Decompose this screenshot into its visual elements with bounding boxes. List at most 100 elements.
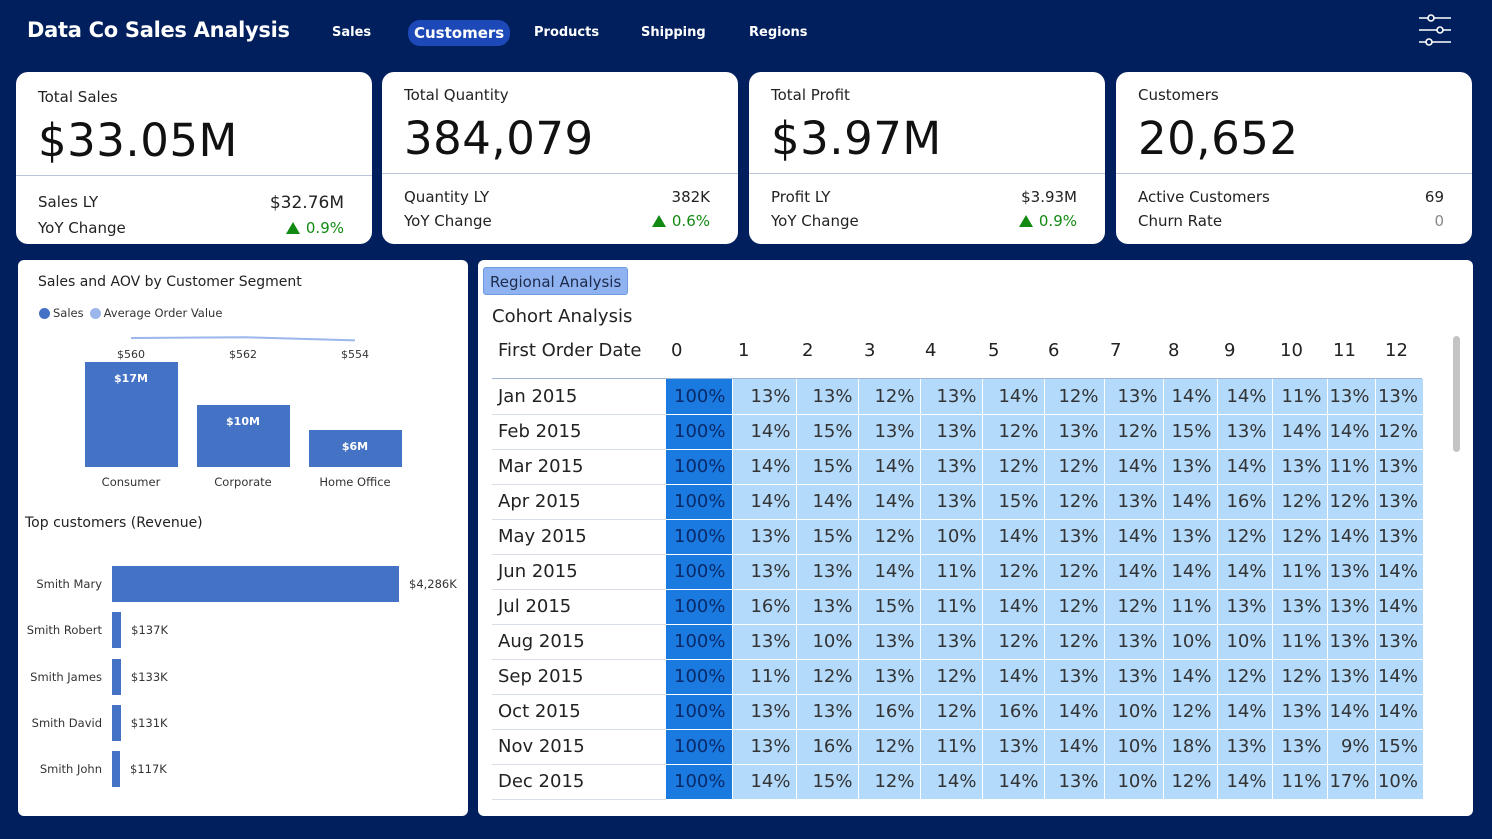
cohort-cell[interactable]: 13% [1162, 519, 1217, 555]
cohort-cell[interactable]: 13% [1043, 414, 1104, 450]
cohort-cell[interactable]: 14% [981, 764, 1044, 800]
cohort-cell[interactable]: 14% [981, 519, 1044, 555]
cohort-cell[interactable]: 12% [1216, 519, 1272, 555]
cohort-cell[interactable]: 11% [1271, 764, 1327, 800]
cohort-cell[interactable]: 12% [919, 694, 982, 730]
cohort-cell[interactable]: 13% [1103, 484, 1163, 520]
sliders-icon[interactable] [1418, 13, 1452, 47]
cohort-cell[interactable]: 13% [919, 414, 982, 450]
cohort-cell[interactable]: 11% [919, 729, 982, 765]
cohort-cell[interactable]: 16% [731, 589, 796, 625]
cohort-cell[interactable]: 18% [1162, 729, 1217, 765]
cohort-cell[interactable]: 14% [1162, 554, 1217, 590]
cohort-cell[interactable]: 14% [1326, 694, 1375, 730]
cohort-cell[interactable]: 13% [731, 694, 796, 730]
cohort-cell[interactable]: 13% [981, 729, 1044, 765]
cohort-cell[interactable]: 13% [795, 379, 858, 415]
cohort-cell[interactable]: 14% [1374, 659, 1423, 695]
cohort-cell[interactable]: 10% [1103, 729, 1163, 765]
cohort-cell[interactable]: 14% [1216, 449, 1272, 485]
cohort-cell[interactable]: 15% [795, 519, 858, 555]
cohort-cell[interactable]: 11% [1271, 624, 1327, 660]
cohort-cell[interactable]: 15% [795, 764, 858, 800]
cohort-cell[interactable]: 10% [1216, 624, 1272, 660]
regional-analysis-button[interactable]: Regional Analysis [483, 267, 629, 295]
cohort-cell[interactable]: 14% [1103, 449, 1163, 485]
cohort-cell[interactable]: 10% [1374, 764, 1423, 800]
cohort-cell[interactable]: 14% [857, 554, 920, 590]
cohort-cell[interactable]: 14% [1326, 519, 1375, 555]
cohort-cell[interactable]: 12% [1103, 589, 1163, 625]
cohort-cell[interactable]: 13% [795, 554, 858, 590]
cohort-cell[interactable]: 14% [731, 449, 796, 485]
customer-revenue-bar[interactable] [112, 566, 399, 602]
cohort-cell[interactable]: 14% [1103, 519, 1163, 555]
cohort-cell[interactable]: 11% [1326, 449, 1375, 485]
cohort-cell[interactable]: 14% [1162, 659, 1217, 695]
cohort-cell[interactable]: 14% [731, 484, 796, 520]
cohort-cell[interactable]: 15% [981, 484, 1044, 520]
cohort-cell[interactable]: 15% [795, 449, 858, 485]
customer-revenue-bar[interactable] [112, 658, 121, 695]
cohort-cell[interactable]: 12% [1216, 659, 1272, 695]
cohort-cell[interactable]: 11% [919, 589, 982, 625]
cohort-cell[interactable]: 11% [1162, 589, 1217, 625]
cohort-cell[interactable]: 12% [1162, 764, 1217, 800]
cohort-cell[interactable]: 11% [1271, 379, 1327, 415]
cohort-cell[interactable]: 13% [795, 589, 858, 625]
cohort-cell[interactable]: 13% [1374, 484, 1423, 520]
cohort-cell[interactable]: 100% [666, 624, 732, 660]
cohort-cell[interactable]: 13% [731, 379, 796, 415]
cohort-cell[interactable]: 12% [981, 624, 1044, 660]
cohort-cell[interactable]: 17% [1326, 764, 1375, 800]
cohort-cell[interactable]: 12% [981, 414, 1044, 450]
cohort-cell[interactable]: 13% [1162, 449, 1217, 485]
cohort-cell[interactable]: 14% [981, 379, 1044, 415]
cohort-cell[interactable]: 14% [1103, 554, 1163, 590]
cohort-cell[interactable]: 12% [795, 659, 858, 695]
cohort-cell[interactable]: 10% [1162, 624, 1217, 660]
cohort-cell[interactable]: 12% [1326, 484, 1375, 520]
cohort-cell[interactable]: 100% [666, 659, 732, 695]
cohort-cell[interactable]: 12% [1043, 449, 1104, 485]
cohort-cell[interactable]: 13% [919, 624, 982, 660]
cohort-cell[interactable]: 15% [857, 589, 920, 625]
cohort-cell[interactable]: 16% [981, 694, 1044, 730]
cohort-cell[interactable]: 14% [1162, 379, 1217, 415]
tab-shipping[interactable]: Shipping [635, 22, 712, 46]
cohort-cell[interactable]: 12% [1043, 589, 1104, 625]
cohort-cell[interactable]: 12% [857, 379, 920, 415]
cohort-cell[interactable]: 13% [1271, 694, 1327, 730]
tab-sales[interactable]: Sales [326, 22, 377, 46]
cohort-cell[interactable]: 14% [1326, 414, 1375, 450]
cohort-cell[interactable]: 100% [666, 449, 732, 485]
cohort-cell[interactable]: 100% [666, 729, 732, 765]
cohort-cell[interactable]: 9% [1326, 729, 1375, 765]
cohort-cell[interactable]: 13% [1374, 519, 1423, 555]
cohort-cell[interactable]: 15% [1374, 729, 1423, 765]
cohort-cell[interactable]: 13% [1326, 554, 1375, 590]
cohort-cell[interactable]: 13% [1374, 624, 1423, 660]
cohort-cell[interactable]: 13% [1216, 414, 1272, 450]
cohort-cell[interactable]: 14% [1162, 484, 1217, 520]
cohort-cell[interactable]: 12% [857, 519, 920, 555]
cohort-cell[interactable]: 100% [666, 484, 732, 520]
cohort-cell[interactable]: 100% [666, 414, 732, 450]
cohort-cell[interactable]: 12% [1271, 484, 1327, 520]
cohort-cell[interactable]: 13% [1043, 659, 1104, 695]
cohort-cell[interactable]: 12% [1043, 484, 1104, 520]
cohort-cell[interactable]: 12% [857, 764, 920, 800]
cohort-cell[interactable]: 10% [1103, 694, 1163, 730]
cohort-cell[interactable]: 10% [1103, 764, 1163, 800]
cohort-cell[interactable]: 12% [1374, 414, 1423, 450]
cohort-cell[interactable]: 100% [666, 554, 732, 590]
cohort-cell[interactable]: 12% [1271, 519, 1327, 555]
cohort-cell[interactable]: 10% [795, 624, 858, 660]
cohort-cell[interactable]: 13% [731, 554, 796, 590]
customer-revenue-bar[interactable] [112, 612, 122, 649]
cohort-cell[interactable]: 13% [919, 484, 982, 520]
cohort-cell[interactable]: 13% [731, 624, 796, 660]
cohort-cell[interactable]: 12% [919, 659, 982, 695]
cohort-cell[interactable]: 12% [1043, 624, 1104, 660]
cohort-cell[interactable]: 13% [857, 414, 920, 450]
